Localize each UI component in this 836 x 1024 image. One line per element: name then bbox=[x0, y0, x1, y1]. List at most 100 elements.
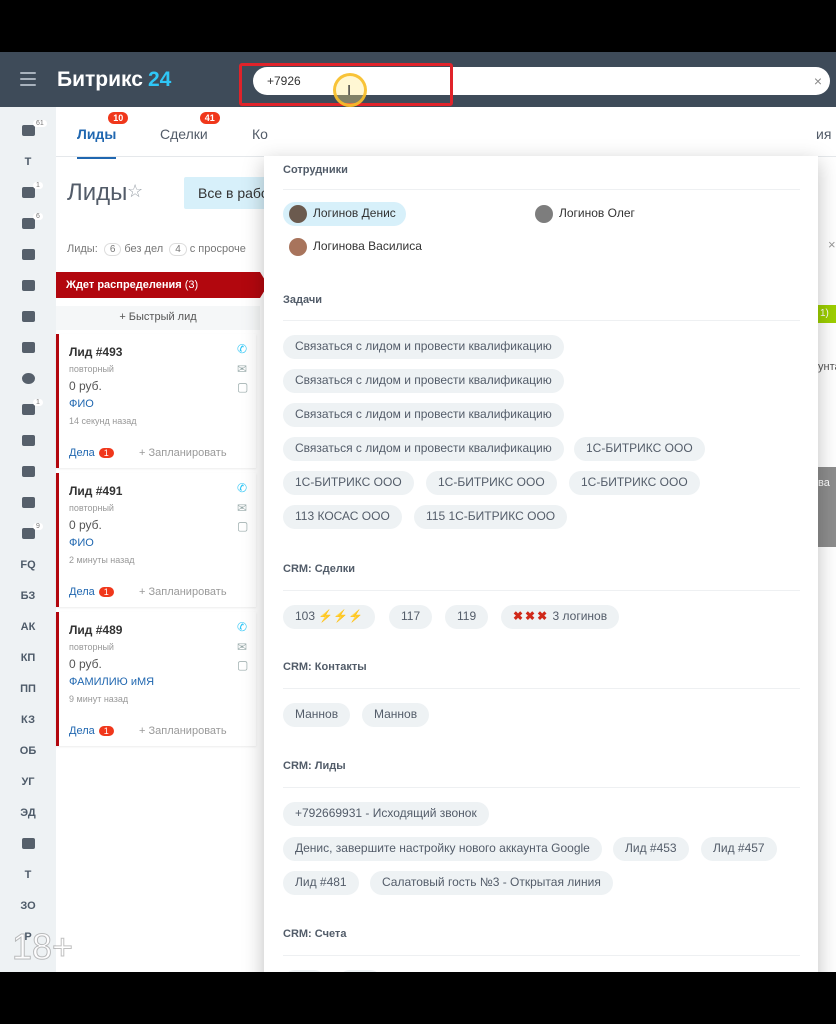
chat-icon[interactable]: ▢ bbox=[237, 380, 248, 394]
lead-card[interactable]: Лид #491 повторный 0 руб. ФИО 2 минуты н… bbox=[56, 473, 256, 607]
task-chip[interactable]: 115 1С-БИТРИКС ООО bbox=[414, 505, 568, 529]
lead-field[interactable]: ФИО bbox=[69, 398, 94, 410]
menu-item-kp[interactable]: КП bbox=[0, 652, 56, 664]
tab-more[interactable]: ия bbox=[816, 126, 831, 142]
mail-icon[interactable]: ✉ bbox=[237, 640, 247, 654]
task-chip[interactable]: 1С-БИТРИКС ООО bbox=[574, 437, 705, 461]
lead-field[interactable]: ФАМИЛИЮ иМЯ bbox=[69, 676, 154, 688]
menu-item-groups[interactable] bbox=[0, 280, 56, 294]
task-chip[interactable]: Связаться с лидом и провести квалификаци… bbox=[283, 437, 564, 461]
deal-chip[interactable]: 103 ⚡⚡⚡ bbox=[283, 605, 376, 629]
schedule-button[interactable]: + Запланировать bbox=[139, 586, 227, 598]
task-chip[interactable]: Связаться с лидом и провести квалификаци… bbox=[283, 403, 564, 427]
lead-card[interactable]: Лид #489 повторный 0 руб. ФАМИЛИЮ иМЯ 9 … bbox=[56, 612, 256, 746]
cart-icon bbox=[21, 528, 35, 539]
menu-item-ob[interactable]: ОБ bbox=[0, 745, 56, 757]
lead-chip[interactable]: Денис, завершите настройку нового аккаун… bbox=[283, 837, 602, 861]
task-chip[interactable]: 1С-БИТРИКС ООО bbox=[569, 471, 700, 495]
task-chip[interactable]: 1С-БИТРИКС ООО bbox=[283, 471, 414, 495]
contact-chip[interactable]: Маннов bbox=[362, 703, 430, 727]
menu-item-mail[interactable]: 1 bbox=[0, 399, 56, 418]
stage-header[interactable]: Ждет распределения (3) bbox=[56, 272, 268, 298]
employee-item[interactable]: Логинова Василиса bbox=[283, 235, 432, 259]
menu-item-ed[interactable]: ЭД bbox=[0, 807, 56, 819]
lead-title[interactable]: Лид #493 bbox=[69, 345, 122, 359]
counter-no-activity[interactable]: 6 bbox=[103, 243, 122, 256]
lead-chip[interactable]: +792669931 - Исходящий звонок bbox=[283, 802, 489, 826]
section-title-tasks: Задачи bbox=[283, 294, 322, 306]
lead-chip[interactable]: Лид #481 bbox=[283, 871, 359, 895]
quick-lead-button[interactable]: + Быстрый лид bbox=[56, 306, 260, 330]
deal-chip[interactable]: 119 bbox=[445, 605, 489, 629]
invoice-chip[interactable]: 201 bbox=[338, 970, 383, 972]
lead-chip[interactable]: Лид #457 bbox=[701, 837, 777, 861]
menu-counter: 6 bbox=[33, 213, 43, 220]
lead-counters: Лиды: 6 без дел 4с просроче bbox=[67, 243, 246, 256]
filter-preset[interactable]: Все в работе bbox=[184, 177, 274, 209]
lead-card[interactable]: Лид #493 повторный 0 руб. ФИО 14 секунд … bbox=[56, 334, 256, 468]
phone-icon[interactable]: ✆ bbox=[237, 620, 247, 634]
menu-item-filter[interactable]: 61 bbox=[0, 120, 56, 139]
task-chip[interactable]: 1С-БИТРИКС ООО bbox=[426, 471, 557, 495]
star-icon[interactable]: ☆ bbox=[127, 181, 143, 202]
menu-item-t2[interactable]: Т bbox=[0, 869, 56, 881]
phone-icon[interactable]: ✆ bbox=[237, 342, 247, 356]
invoice-chip[interactable]: 115 bbox=[283, 970, 327, 972]
mail-icon[interactable]: ✉ bbox=[237, 362, 247, 376]
deal-chip[interactable]: 117 bbox=[389, 605, 433, 629]
phone-icon[interactable]: ✆ bbox=[237, 481, 247, 495]
menu-item-time[interactable] bbox=[0, 373, 56, 387]
menu-counter: 61 bbox=[33, 120, 47, 127]
employee-item[interactable]: Логинов Денис bbox=[283, 202, 406, 226]
menu-item-zo[interactable]: ЗО bbox=[0, 900, 56, 912]
lead-field[interactable]: ФИО bbox=[69, 537, 94, 549]
task-chip[interactable]: 113 КОСАС ООО bbox=[283, 505, 402, 529]
employee-item[interactable]: Логинов Олег bbox=[529, 202, 645, 226]
close-icon[interactable]: × bbox=[828, 237, 836, 252]
stage-header-right[interactable]: 1) bbox=[816, 305, 836, 323]
menu-item-file[interactable] bbox=[0, 838, 56, 852]
menu-item-tasks[interactable]: 6 bbox=[0, 213, 56, 232]
lead-activities[interactable]: Дела 1 bbox=[69, 725, 114, 737]
tab-leads[interactable]: Лиды 10 bbox=[77, 112, 129, 159]
chat-icon[interactable]: ▢ bbox=[237, 658, 248, 672]
menu-item-ug[interactable]: УГ bbox=[0, 776, 56, 788]
task-chip[interactable]: Связаться с лидом и провести квалификаци… bbox=[283, 335, 564, 359]
menu-item-documents[interactable]: 1 bbox=[0, 182, 56, 201]
employee-name: Логинов Олег bbox=[559, 206, 635, 220]
deal-chip[interactable]: ✖✖✖ 3 логинов bbox=[501, 605, 620, 629]
lead-activities[interactable]: Дела 1 bbox=[69, 586, 114, 598]
lead-time: 9 минут назад bbox=[69, 694, 129, 704]
lead-chip[interactable]: Лид #453 bbox=[613, 837, 689, 861]
app-logo[interactable]: Битрикс 24 bbox=[57, 68, 171, 92]
menu-burger-icon[interactable] bbox=[20, 72, 36, 86]
menu-item-shop[interactable]: 9 bbox=[0, 523, 56, 542]
chat-icon[interactable]: ▢ bbox=[237, 519, 248, 533]
menu-item-chat[interactable] bbox=[0, 249, 56, 263]
menu-item-bz[interactable]: БЗ bbox=[0, 590, 56, 602]
lead-status: повторный bbox=[69, 642, 114, 652]
schedule-button[interactable]: + Запланировать bbox=[139, 447, 227, 459]
schedule-button[interactable]: + Запланировать bbox=[139, 725, 227, 737]
mail-icon[interactable]: ✉ bbox=[237, 501, 247, 515]
menu-item-pp[interactable]: ПП bbox=[0, 683, 56, 695]
lead-title[interactable]: Лид #489 bbox=[69, 623, 122, 637]
task-chip[interactable]: Связаться с лидом и провести квалификаци… bbox=[283, 369, 564, 393]
contact-chip[interactable]: Маннов bbox=[283, 703, 351, 727]
lead-title[interactable]: Лид #491 bbox=[69, 484, 122, 498]
menu-item-calendar[interactable] bbox=[0, 342, 56, 356]
menu-item-drive[interactable] bbox=[0, 311, 56, 325]
lead-chip[interactable]: Салатовый гость №3 - Открытая линия bbox=[370, 871, 613, 895]
menu-item-window[interactable] bbox=[0, 466, 56, 480]
counter-overdue[interactable]: 4 bbox=[169, 243, 187, 256]
tab-contacts[interactable]: Ко bbox=[252, 126, 268, 142]
menu-item-t[interactable]: Т bbox=[0, 156, 56, 168]
menu-item-kz[interactable]: КЗ bbox=[0, 714, 56, 726]
tab-deals[interactable]: Сделки 41 bbox=[160, 112, 220, 142]
menu-item-contacts[interactable] bbox=[0, 497, 56, 511]
lead-activities[interactable]: Дела 1 bbox=[69, 447, 114, 459]
menu-item-fq[interactable]: FQ bbox=[0, 559, 56, 571]
close-icon[interactable]: × bbox=[814, 73, 822, 89]
menu-item-android[interactable] bbox=[0, 435, 56, 449]
menu-item-ak[interactable]: АК bbox=[0, 621, 56, 633]
